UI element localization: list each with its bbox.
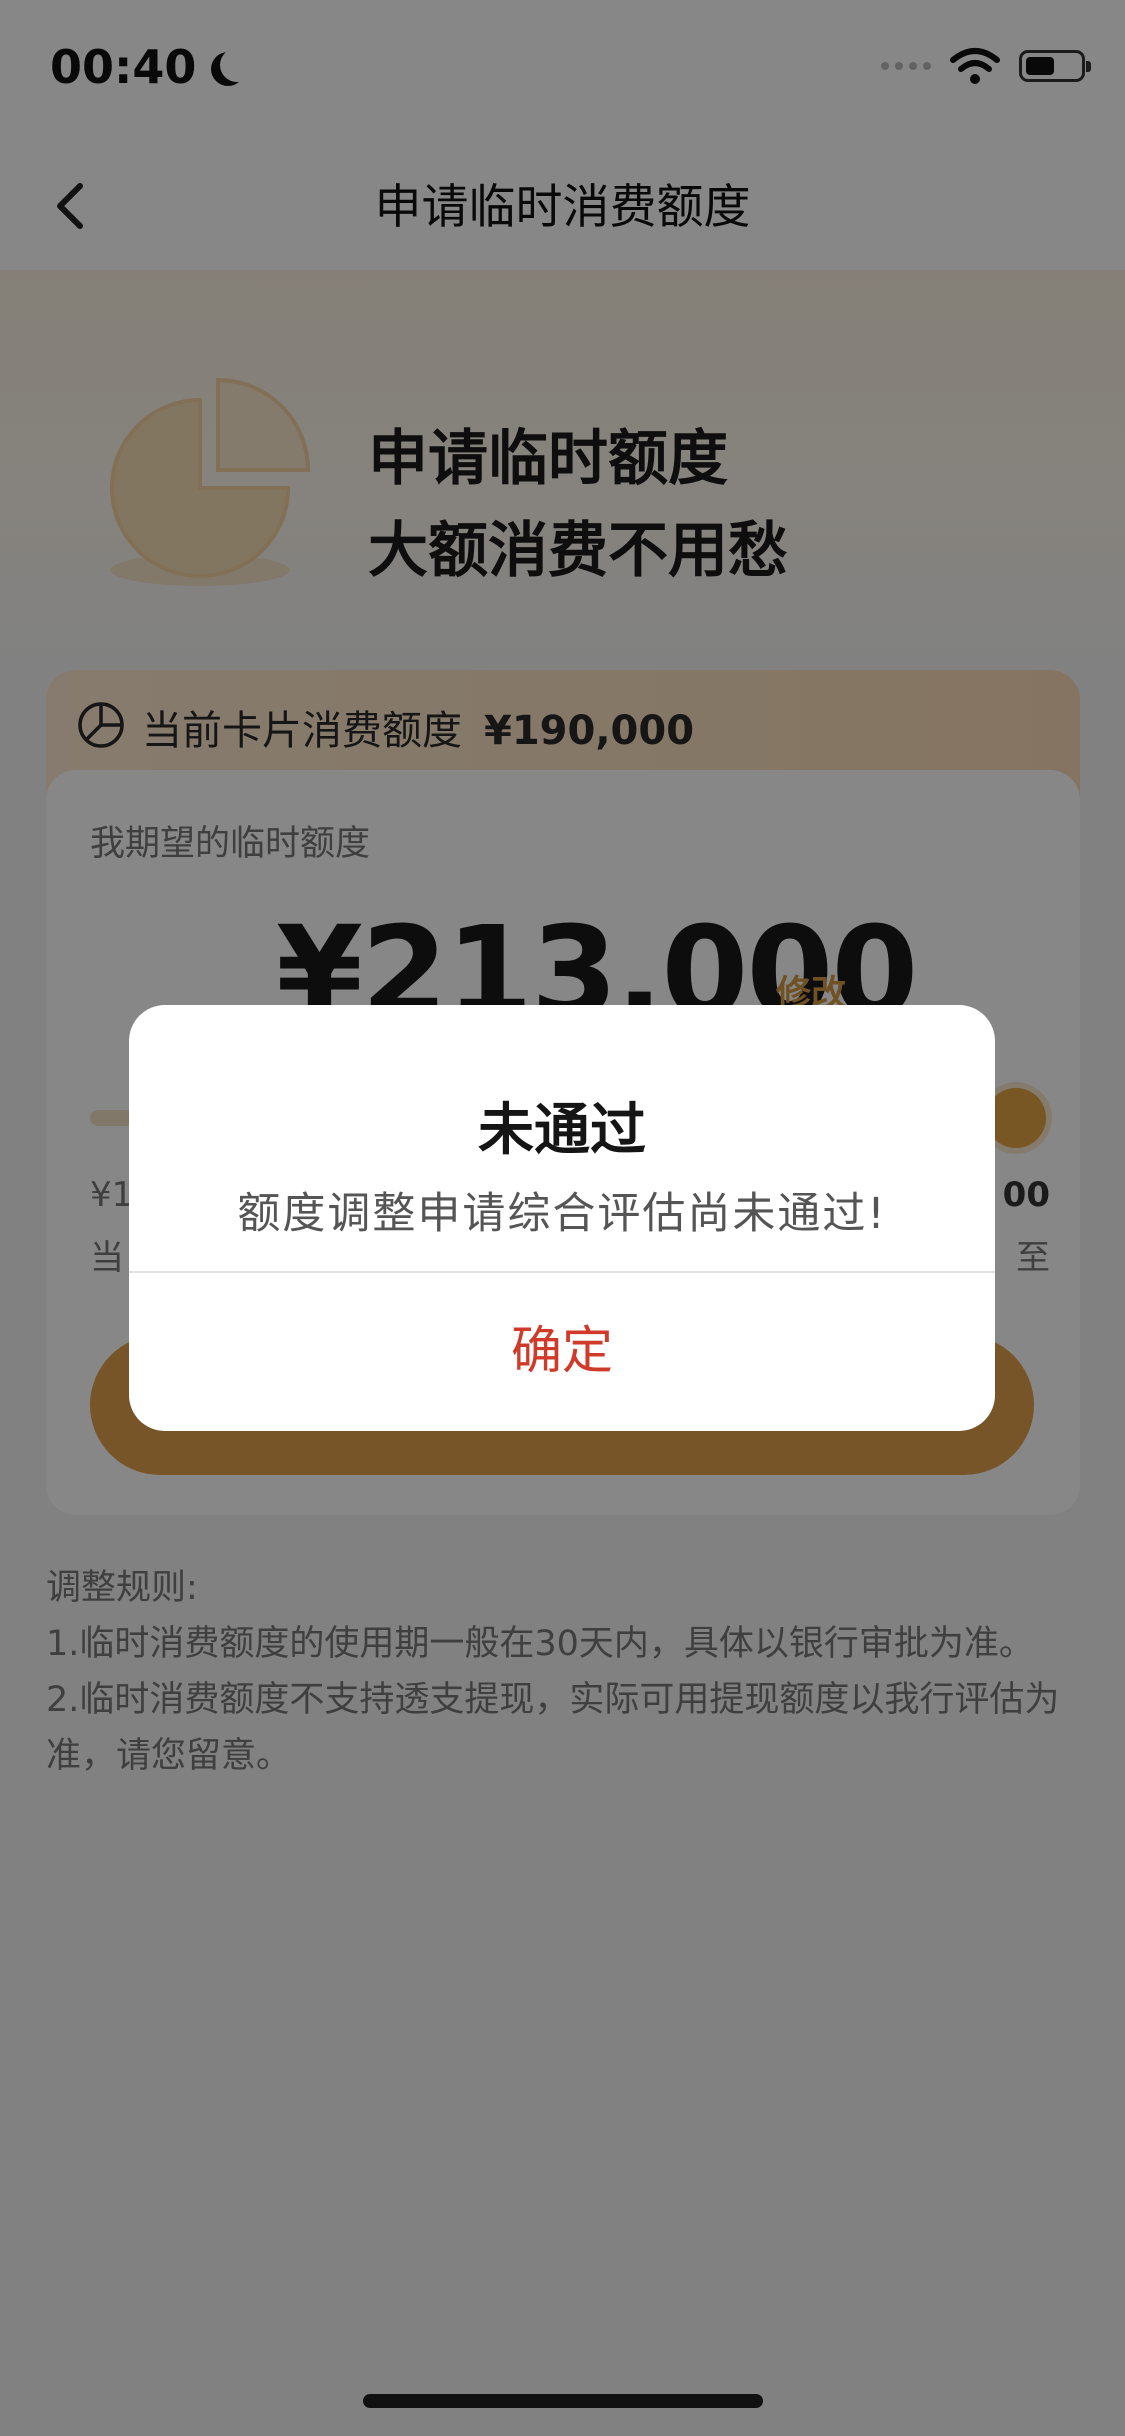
confirm-button[interactable]: 确定	[129, 1273, 995, 1431]
home-indicator[interactable]	[363, 2394, 763, 2408]
page: 00:40 申请临时消费额度 申请临时额度 大额消费不用愁 当前卡片消费额度 ¥…	[0, 0, 1125, 2436]
dialog-title: 未通过	[478, 1098, 646, 1163]
dialog-message: 额度调整申请综合评估尚未通过!	[237, 1189, 887, 1239]
alert-dialog: 未通过 额度调整申请综合评估尚未通过! 确定	[129, 1005, 995, 1431]
